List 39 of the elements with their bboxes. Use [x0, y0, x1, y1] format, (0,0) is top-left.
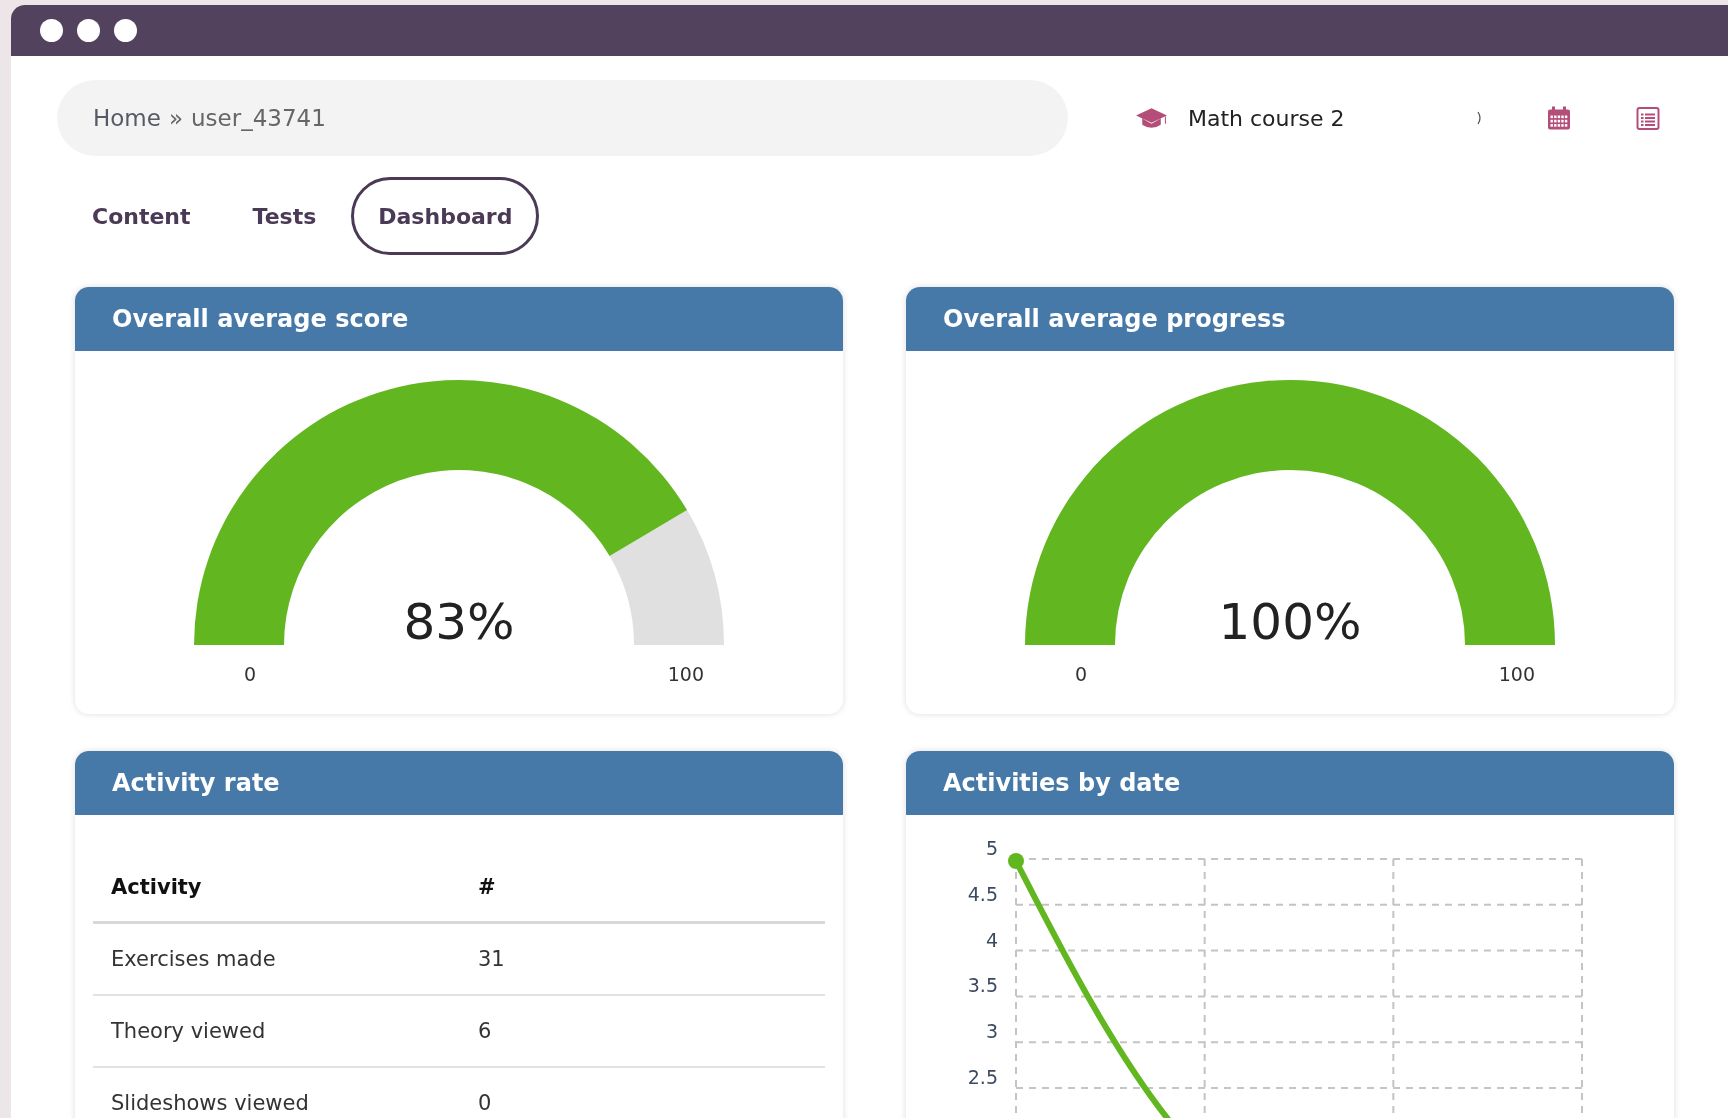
- breadcrumb-link[interactable]: user_43741: [191, 105, 326, 131]
- gauge-max-label: 100: [667, 663, 704, 685]
- card-title: Activities by date: [943, 769, 1181, 797]
- y-axis-tick: 3: [985, 1020, 998, 1043]
- tab[interactable]: Tests: [225, 177, 344, 255]
- y-axis-tick: 4: [985, 928, 998, 951]
- tab[interactable]: Content: [65, 177, 218, 255]
- y-axis-tick: 3.5: [967, 974, 998, 997]
- window-control-dot[interactable]: [114, 19, 137, 42]
- gauge-min-label: 0: [244, 663, 257, 685]
- chevron-icon[interactable]: [1477, 111, 1483, 125]
- breadcrumb-link[interactable]: Home: [93, 105, 161, 131]
- breadcrumb-separator: »: [168, 105, 183, 131]
- window-control-dot[interactable]: [40, 19, 63, 42]
- table-cell: 31: [477, 922, 825, 995]
- gauge-value: 83%: [403, 593, 515, 649]
- column-header: Activity: [93, 853, 477, 923]
- data-point: [1008, 853, 1024, 869]
- list-icon[interactable]: [1636, 105, 1660, 131]
- table-cell: Theory viewed: [93, 995, 477, 1067]
- calendar-icon[interactable]: [1547, 105, 1571, 131]
- card-title: Overall average progress: [943, 305, 1286, 333]
- table-cell: Slideshows viewed: [93, 1067, 477, 1118]
- card-title: Overall average score: [112, 305, 409, 333]
- column-header: #: [477, 853, 825, 923]
- gauge-max-label: 100: [1498, 663, 1535, 685]
- card-title: Activity rate: [112, 769, 280, 797]
- y-axis-tick: 5: [985, 837, 998, 859]
- gauge-value: 100%: [1218, 593, 1362, 649]
- window-control-dot[interactable]: [77, 19, 100, 42]
- y-axis-tick: 2.5: [967, 1066, 998, 1088]
- graduation-cap-icon: [1135, 106, 1168, 130]
- tab[interactable]: Dashboard: [351, 177, 540, 255]
- table-cell: Exercises made: [93, 922, 477, 995]
- gauge-min-label: 0: [1075, 663, 1088, 685]
- table-cell: 6: [477, 995, 825, 1067]
- table-cell: 0: [477, 1067, 825, 1118]
- course-name[interactable]: Math course 2: [1188, 105, 1345, 131]
- y-axis-tick: 4.5: [967, 882, 998, 905]
